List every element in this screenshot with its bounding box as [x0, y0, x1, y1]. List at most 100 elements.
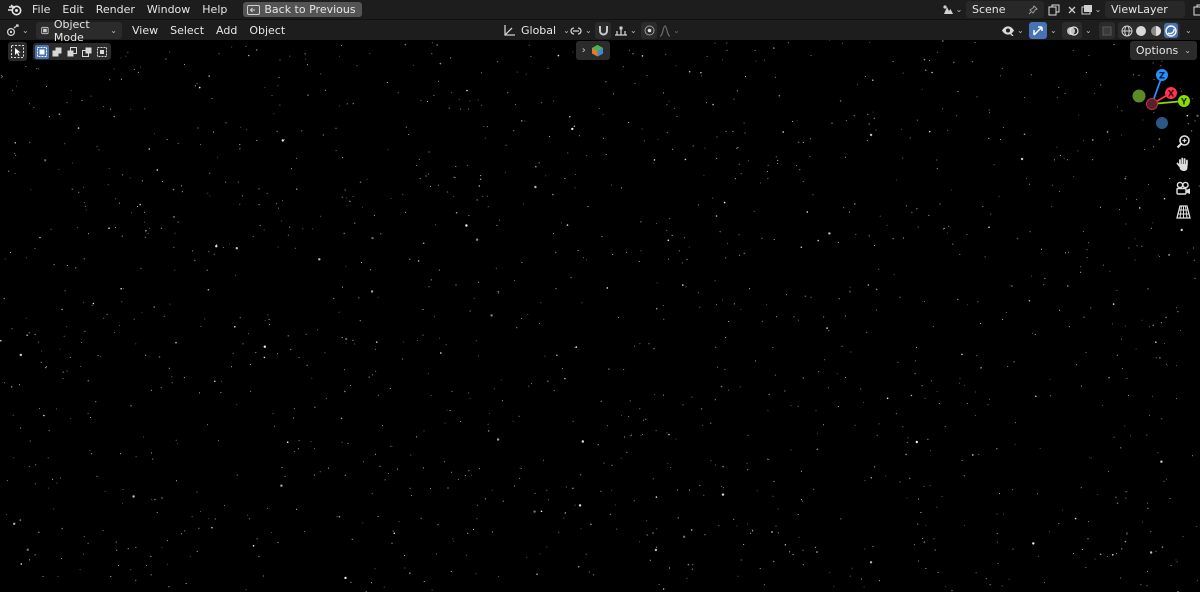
overlays-icon [1066, 25, 1079, 36]
gizmo-x-label: X [1168, 90, 1175, 100]
menu-object[interactable]: Object [243, 22, 291, 39]
pivot-point-dropdown[interactable]: ⌄ [569, 22, 592, 39]
xray-icon [1102, 26, 1112, 35]
gizmo-z-label: Z [1159, 72, 1165, 82]
chevron-down-icon: ⌄ [22, 26, 29, 35]
mode-dropdown[interactable]: Object Mode ⌄ [36, 18, 122, 44]
menu-window[interactable]: Window [141, 0, 196, 19]
zoom-magnifier-icon [1176, 134, 1190, 148]
navigation-gizmo[interactable]: Z X Y [1128, 68, 1194, 132]
selection-mode-group [33, 43, 111, 60]
menu-select[interactable]: Select [164, 22, 210, 39]
eye-icon [1002, 26, 1014, 36]
grid-perspective-icon [1175, 205, 1191, 219]
menu-file[interactable]: File [26, 0, 56, 19]
xray-toggle[interactable] [1099, 22, 1115, 39]
gizmo-neg-y-handle[interactable] [1132, 89, 1146, 103]
chevron-down-icon: ⌄ [110, 26, 117, 35]
select-extend-icon [52, 47, 62, 56]
camera-view-button[interactable] [1173, 178, 1193, 198]
chevron-down-icon: ⌄ [1050, 26, 1057, 35]
delete-scene-button[interactable] [1064, 1, 1080, 18]
snap-increment-icon [615, 26, 627, 36]
snap-toggle[interactable] [595, 22, 611, 39]
pan-view-button[interactable] [1173, 154, 1193, 174]
select-subtract-icon [67, 46, 77, 56]
gizmos-dropdown[interactable]: ⌄ [1048, 22, 1057, 39]
overlays-dropdown[interactable]: ⌄ [1083, 22, 1092, 39]
asset-shelf-toggle[interactable]: › [576, 41, 610, 60]
menu-render[interactable]: Render [90, 0, 141, 19]
rendered-sphere-icon [1165, 24, 1177, 37]
select-mode-subtract-button[interactable] [65, 45, 79, 59]
new-view-layer-button[interactable] [1191, 1, 1200, 18]
shading-material-button[interactable] [1149, 24, 1162, 37]
select-mode-new-button[interactable] [35, 44, 49, 59]
gizmos-toggle[interactable] [1029, 22, 1047, 39]
chevron-down-icon: ⌄ [955, 5, 963, 14]
perspective-toggle-button[interactable] [1173, 202, 1193, 222]
toolbar-expand-arrow-icon[interactable]: › [0, 72, 4, 82]
viewport-header: ⌄ Object Mode ⌄ View Select Add Object G… [0, 18, 1200, 44]
render-layers-icon [1081, 4, 1092, 14]
back-to-previous-button[interactable]: Back to Previous [243, 2, 362, 17]
chevron-down-icon: ⌄ [1085, 26, 1092, 35]
menu-view[interactable]: View [126, 22, 164, 39]
top-menu-bar: File Edit Render Window Help Back to Pre… [0, 0, 1200, 19]
chevron-down-icon: ⌄ [630, 26, 637, 35]
menu-help[interactable]: Help [196, 0, 233, 19]
transform-orientation-label: Global [521, 24, 557, 37]
object-data-cube-icon [592, 45, 604, 57]
scene-icon [943, 4, 953, 14]
select-difference-icon [82, 47, 92, 57]
chevron-down-icon: ⌄ [673, 26, 680, 35]
selectability-visibility-dropdown[interactable]: ⌄ [1001, 22, 1024, 39]
shading-wireframe-button[interactable] [1120, 24, 1133, 37]
chevron-down-icon: ⌄ [1017, 26, 1024, 35]
blender-logo-icon[interactable] [4, 0, 26, 19]
scene-name-field[interactable]: Scene [966, 1, 1044, 18]
view-layer-name-field[interactable]: ViewLayer [1105, 1, 1185, 18]
overlays-toggle[interactable] [1062, 22, 1082, 39]
select-intersect-icon [97, 46, 107, 57]
wireframe-sphere-icon [1121, 25, 1132, 36]
view-layer-browse-button[interactable]: ⌄ [1079, 1, 1103, 18]
transform-orientation-dropdown[interactable]: Global ⌄ [503, 22, 570, 39]
options-label: Options [1135, 44, 1179, 57]
shading-rendered-button[interactable] [1163, 23, 1178, 38]
proportional-falloff-dropdown[interactable]: ⌄ [659, 22, 680, 39]
menu-add[interactable]: Add [210, 22, 243, 39]
back-to-previous-label: Back to Previous [264, 3, 356, 16]
gizmo-y-label: Y [1180, 98, 1188, 108]
pivot-icon [570, 26, 582, 35]
scene-browse-button[interactable]: ⌄ [940, 1, 964, 18]
shading-options-dropdown[interactable]: ⌄ [1183, 22, 1192, 39]
new-scene-button[interactable] [1046, 1, 1062, 18]
viewport-3d-icon [6, 24, 19, 37]
options-dropdown[interactable]: Options ⌄ [1129, 41, 1197, 60]
proportional-editing-toggle[interactable] [641, 22, 657, 39]
camera-icon [1176, 181, 1190, 195]
duplicate-icon [1193, 4, 1200, 15]
select-mode-intersect-button[interactable] [95, 45, 109, 59]
view-layer-name: ViewLayer [1111, 3, 1168, 16]
select-mode-difference-button[interactable] [80, 45, 94, 59]
gizmo-neg-z-handle[interactable] [1156, 117, 1168, 129]
chevron-down-icon: ⌄ [585, 26, 592, 35]
scene-name: Scene [972, 3, 1006, 16]
select-tool-button[interactable] [8, 42, 27, 61]
gizmo-neg-x-handle[interactable] [1146, 98, 1158, 110]
snap-target-dropdown[interactable]: ⌄ [614, 22, 637, 39]
editor-type-button[interactable]: ⌄ [6, 22, 29, 39]
chevron-down-icon: ⌄ [1184, 46, 1191, 55]
material-sphere-icon [1150, 25, 1161, 36]
menu-edit[interactable]: Edit [56, 0, 89, 19]
duplicate-icon [1048, 4, 1060, 15]
pin-icon [1028, 4, 1038, 14]
chevron-down-icon: ⌄ [1094, 5, 1102, 14]
snap-magnet-icon [598, 26, 608, 36]
select-mode-extend-button[interactable] [50, 45, 64, 59]
zoom-view-button[interactable] [1173, 131, 1193, 151]
viewport-3d[interactable]: › Options ⌄ › Z X Y [0, 40, 1200, 592]
shading-solid-button[interactable] [1135, 24, 1148, 37]
